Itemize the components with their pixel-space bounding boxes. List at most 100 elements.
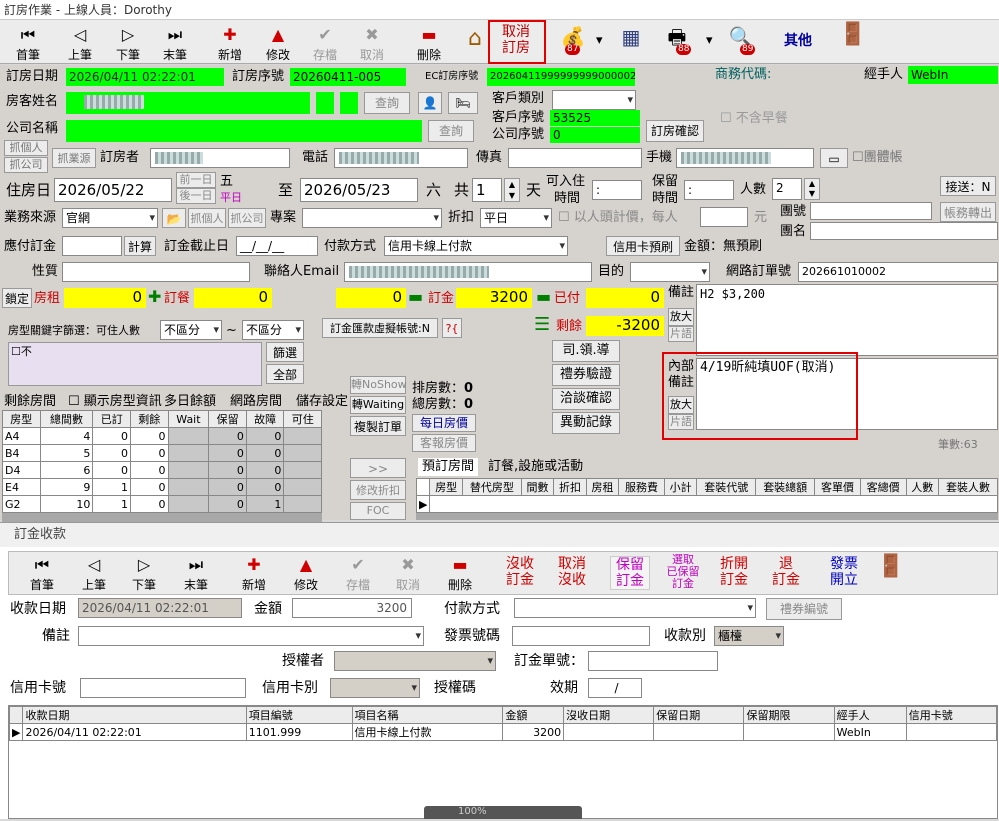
prev-day-button[interactable]: 前一日 xyxy=(176,172,216,188)
grab-person-button[interactable]: 抓個人 xyxy=(4,140,48,156)
dep-edit-button[interactable]: ▲ 修改 xyxy=(286,554,326,593)
to-noshow-button[interactable]: 轉NoShow xyxy=(350,376,407,394)
subtotal-field[interactable]: 0 xyxy=(336,288,406,308)
booking-date-field[interactable]: 2026/04/11 02:22:01 xyxy=(66,68,224,86)
amount-field-dep[interactable]: 3200 xyxy=(292,598,412,618)
pay-method-select-dep[interactable] xyxy=(514,598,756,618)
fax-field[interactable] xyxy=(508,148,642,168)
card-no-field[interactable] xyxy=(80,678,246,698)
new-button[interactable]: ✚ 新增 xyxy=(210,24,250,63)
nights-spinner[interactable]: ▲ ▼ xyxy=(504,178,520,202)
deposit-no-field[interactable] xyxy=(588,651,718,671)
deposit-virtual-account-button[interactable]: 訂金匯款虛擬帳號:N xyxy=(322,318,438,338)
dep-new-button[interactable]: ✚ 新增 xyxy=(234,554,274,593)
pickup-button[interactable]: 接送：N xyxy=(940,176,996,196)
checkin-field[interactable]: 2026/05/22 xyxy=(54,178,172,202)
filter-from-select[interactable]: 不區分 xyxy=(160,320,222,340)
dep-save-button[interactable]: ✔ 存檔 xyxy=(338,554,378,593)
discount-select[interactable]: 平日 xyxy=(480,208,552,228)
last-button[interactable]: ⏭ 末筆 xyxy=(155,24,195,63)
contact-email-field[interactable] xyxy=(344,262,592,282)
refund-deposit-button[interactable]: 退訂金 xyxy=(766,556,806,588)
grab-person-button-2[interactable]: 抓個人 xyxy=(188,208,226,228)
deposit-field[interactable]: 3200 xyxy=(456,288,532,308)
source-select[interactable]: 官網 xyxy=(62,208,158,228)
nights-field[interactable]: 1 xyxy=(472,178,502,202)
multi-day-tab[interactable]: 多日餘額 xyxy=(164,393,216,411)
meal-field[interactable]: 0 xyxy=(194,288,272,308)
guest-query-button[interactable]: 查詢 xyxy=(364,92,410,114)
remark-phrases-button[interactable]: 片語 xyxy=(668,326,694,342)
copy-booking-button[interactable]: 複製訂單 xyxy=(350,416,406,436)
dep-next-button[interactable]: ▷ 下筆 xyxy=(124,554,164,593)
calc-button[interactable]: 計算 xyxy=(124,236,156,256)
no-breakfast-checkbox[interactable]: ☐ 不含早餐 xyxy=(720,110,788,128)
web-rooms-tab[interactable]: 網路房間 xyxy=(230,393,282,411)
ec-seq-field[interactable]: 20260411999999999000002_1 xyxy=(487,68,635,86)
keep-deposit-button[interactable]: 保留 訂金 xyxy=(610,556,650,590)
rooms-table-row[interactable]: G2 10 1 0 0 1 xyxy=(2,495,322,513)
deposit-deadline-field[interactable]: __/__/__ xyxy=(236,236,318,256)
show-type-checkbox[interactable]: ☐ 顯示房型資訊 xyxy=(68,393,162,411)
edit-discount-button[interactable]: 修改折扣 xyxy=(350,480,406,500)
remark-enlarge-button[interactable]: 放大 xyxy=(668,308,694,326)
checkout-field[interactable]: 2026/05/23 xyxy=(300,178,418,202)
collect-type-select[interactable]: 櫃檯 xyxy=(714,626,784,646)
booking-confirm-button[interactable]: 訂房確認 xyxy=(646,120,704,142)
rooms-table-row[interactable]: E4 9 1 0 0 0 xyxy=(2,478,322,496)
delete-button[interactable]: ▬ 刪除 xyxy=(409,24,449,63)
coupon-no-button[interactable]: 禮券編號 xyxy=(766,598,842,620)
guest-name-field-3[interactable] xyxy=(340,92,358,114)
company-seq-field[interactable]: 0 xyxy=(550,127,640,143)
arrive-time-field[interactable]: : xyxy=(592,180,642,200)
other-button[interactable]: 其他 xyxy=(776,30,820,50)
filter-item[interactable]: ☐不 xyxy=(11,343,32,361)
group-no-field[interactable] xyxy=(810,202,932,220)
paid-field[interactable]: 0 xyxy=(586,288,664,308)
next-button[interactable]: ▷ 下筆 xyxy=(108,24,148,63)
dep-prev-button[interactable]: ◁ 上筆 xyxy=(74,554,114,593)
dep-cancel-button[interactable]: ✖ 取消 xyxy=(388,554,428,593)
remark-field[interactable]: H2 $3,200 xyxy=(696,284,998,356)
to-waiting-button[interactable]: 轉Waiting xyxy=(350,396,406,414)
hold-time-field[interactable]: : xyxy=(684,180,734,200)
deposit-due-field[interactable] xyxy=(62,236,122,256)
dropdown-arrow-icon-2[interactable]: ▾ xyxy=(706,32,713,50)
per-person-field[interactable] xyxy=(700,207,748,227)
change-log-button[interactable]: 異動記錄 xyxy=(552,412,620,434)
cust-type-select[interactable] xyxy=(552,90,636,110)
cancel-uncollect-button[interactable]: 取消 沒收 xyxy=(552,556,592,588)
prev-button[interactable]: ◁ 上筆 xyxy=(60,24,100,63)
rooms-table-row[interactable]: D4 6 0 0 0 0 xyxy=(2,461,322,479)
next-day-button[interactable]: 後一日 xyxy=(176,188,216,204)
exit-button[interactable]: 🚪 xyxy=(836,24,870,46)
people-field[interactable]: 2 xyxy=(772,178,802,200)
dep-delete-button[interactable]: ▬ 刪除 xyxy=(440,554,480,593)
guide-button[interactable]: 司.領.導 xyxy=(552,340,620,362)
bed-button[interactable]: 🛏 xyxy=(448,92,478,114)
dropdown-arrow-icon[interactable]: ▾ xyxy=(596,32,603,50)
remaining-rooms-tab[interactable]: 剩餘房間 xyxy=(4,393,56,411)
negotiate-confirm-button[interactable]: 洽談確認 xyxy=(552,388,620,410)
edit-button[interactable]: ▲ 修改 xyxy=(258,24,298,63)
balance-field[interactable]: -3200 xyxy=(586,316,664,336)
coupon-verify-button[interactable]: 禮券驗證 xyxy=(552,364,620,386)
guest-name-field-2[interactable] xyxy=(316,92,334,114)
grab-source-button[interactable]: 抓業源 xyxy=(52,148,96,168)
nature-field[interactable] xyxy=(62,262,250,282)
pick-kept-deposit-button[interactable]: 選取 已保留 訂金 xyxy=(662,554,704,590)
grab-company-button[interactable]: 抓公司 xyxy=(4,157,48,173)
remark-select-dep[interactable] xyxy=(78,626,424,646)
deposit-table-row[interactable]: ▶ 2026/04/11 02:22:01 1101.999 信用卡線上付款 3200 W… xyxy=(9,723,997,741)
expiry-field[interactable]: / xyxy=(588,678,642,698)
arrow-button[interactable]: >> xyxy=(350,458,406,478)
group-name-field[interactable] xyxy=(810,222,998,240)
issue-invoice-button[interactable]: 發票 開立 xyxy=(824,556,864,588)
rooms-table-row[interactable]: A4 4 0 0 0 0 xyxy=(2,427,322,445)
agent-field[interactable]: WebIn xyxy=(908,66,998,84)
house-button[interactable]: ⌂ xyxy=(458,28,492,50)
lock-button[interactable]: 鎖定 xyxy=(2,288,32,308)
account-transfer-button[interactable]: 帳務轉出 xyxy=(940,202,996,222)
pay-method-select[interactable]: 信用卡線上付款 xyxy=(384,236,568,256)
person-button[interactable]: 👤 xyxy=(418,92,442,114)
